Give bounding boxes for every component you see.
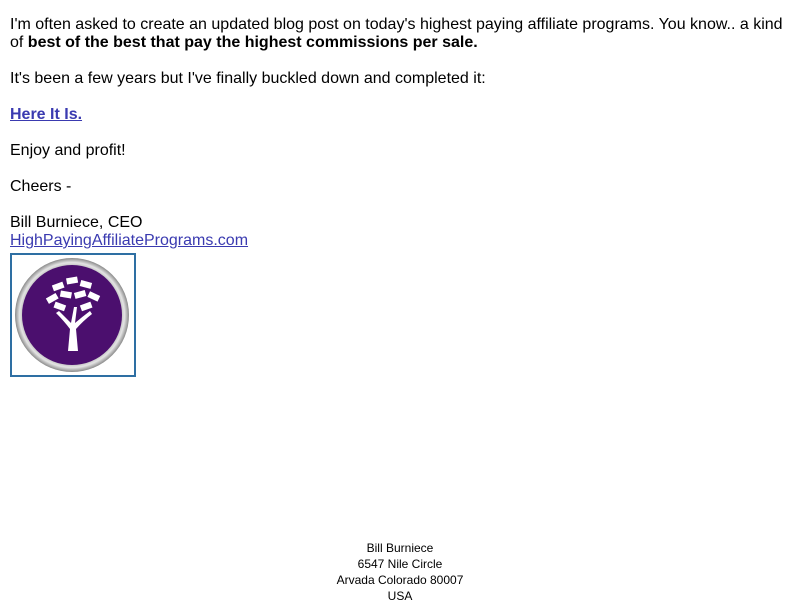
website-link[interactable]: HighPayingAffiliatePrograms.com (10, 232, 248, 249)
enjoy-paragraph: Enjoy and profit! (10, 142, 126, 159)
footer-street: 6547 Nile Circle (357, 557, 443, 571)
footer-country: USA (387, 589, 413, 600)
money-tree-icon (15, 258, 129, 372)
email-body: I'm often asked to create an updated blo… (10, 16, 790, 250)
here-it-is-link[interactable]: Here It Is. (10, 106, 82, 123)
footer-name: Bill Burniece (366, 541, 434, 555)
cheers-paragraph: Cheers - (10, 178, 72, 195)
logo-image-link[interactable] (10, 253, 136, 377)
intro-bold-text: best of the best that pay the highest co… (27, 34, 478, 51)
signature-name: Bill Burniece, CEO (10, 214, 143, 231)
progress-paragraph: It's been a few years but I've finally b… (10, 70, 486, 87)
intro-paragraph: I'm often asked to create an updated blo… (10, 16, 790, 52)
footer-city: Arvada Colorado 80007 (336, 573, 464, 587)
footer-address: Bill Burniece 6547 Nile Circle Arvada Co… (0, 540, 800, 600)
